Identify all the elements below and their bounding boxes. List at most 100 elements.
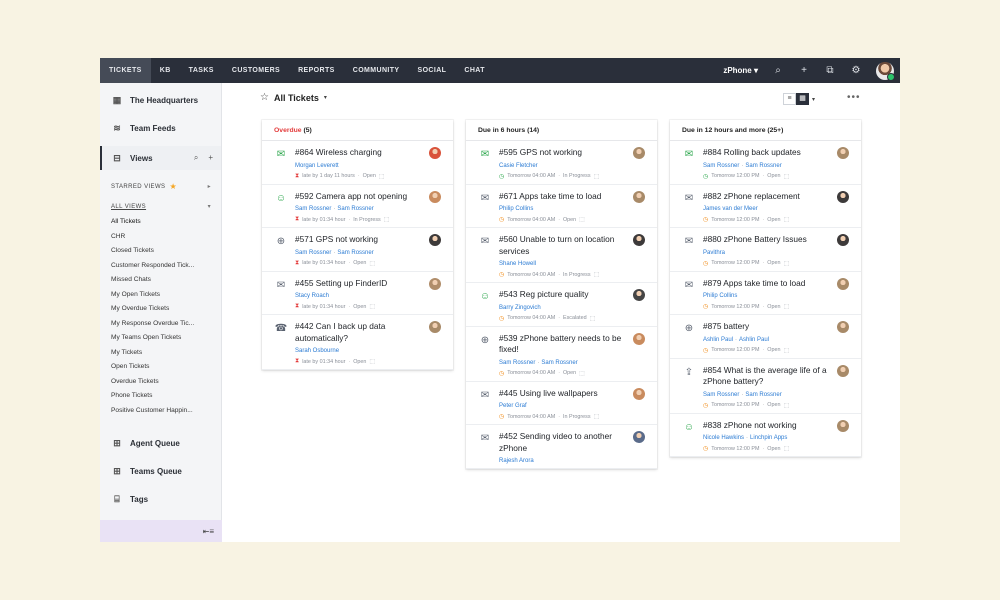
ticket-subject[interactable]: #880 zPhone Battery Issues bbox=[703, 234, 831, 246]
ticket-card[interactable]: ⊕ #571 GPS not working Sam Rossner · Sam Ros… bbox=[262, 228, 453, 272]
assignee-avatar[interactable] bbox=[837, 234, 849, 246]
ticket-subject[interactable]: #442 Can I back up data automatically? bbox=[295, 321, 423, 344]
ticket-card[interactable]: ✉ #880 zPhone Battery Issues Pavithra ◷ Tomo… bbox=[670, 228, 861, 272]
search-icon[interactable]: ⌕ bbox=[194, 153, 198, 163]
status-badge[interactable]: In Progress bbox=[563, 173, 591, 179]
ticket-card[interactable]: ✉ #882 zPhone replacement James van der Me… bbox=[670, 185, 861, 228]
contact-link[interactable]: Sarah Osbourne bbox=[295, 348, 339, 354]
tab-social[interactable]: SOCIAL bbox=[409, 58, 456, 83]
assignee-avatar[interactable] bbox=[429, 147, 441, 159]
status-badge[interactable]: Open bbox=[353, 260, 366, 266]
ticket-subject[interactable]: #882 zPhone replacement bbox=[703, 191, 831, 203]
plus-icon[interactable]: + bbox=[208, 153, 213, 163]
status-badge[interactable]: In Progress bbox=[563, 272, 591, 278]
view-item[interactable]: Closed Tickets bbox=[100, 244, 221, 259]
tab-reports[interactable]: REPORTS bbox=[289, 58, 344, 83]
tab-chat[interactable]: CHAT bbox=[455, 58, 494, 83]
sidebar-item-views[interactable]: ⊟ Views ⌕ + bbox=[100, 146, 221, 170]
contact-link[interactable]: Sam Rossner bbox=[541, 360, 577, 366]
ticket-subject[interactable]: #560 Unable to turn on location services bbox=[499, 234, 627, 257]
ticket-card[interactable]: ✉ #884 Rolling back updates Sam Rossner · Sa… bbox=[670, 141, 861, 185]
collapse-sidebar-button[interactable]: ⇤≡ bbox=[100, 520, 222, 542]
contact-link[interactable]: Ashlin Paul bbox=[739, 337, 769, 343]
status-badge[interactable]: Open bbox=[563, 217, 576, 223]
ticket-card[interactable]: ✉ #595 GPS not working Casie Fletcher ◷ Tomo… bbox=[466, 141, 657, 185]
contact-link[interactable]: Pavithra bbox=[703, 250, 725, 256]
view-item[interactable]: My Response Overdue Tic... bbox=[100, 317, 221, 332]
status-badge[interactable]: Open bbox=[767, 446, 780, 452]
ticket-card[interactable]: ✉ #864 Wireless charging Morgan Leverett ⧗ l… bbox=[262, 141, 453, 185]
contact-link[interactable]: Sam Rossner bbox=[703, 392, 739, 398]
ticket-card[interactable]: ⇪ #854 What is the average life of a zPho… bbox=[670, 359, 861, 414]
contact-link[interactable]: Ashlin Paul bbox=[703, 337, 733, 343]
ticket-card[interactable]: ☎ #442 Can I back up data automatically? S… bbox=[262, 315, 453, 370]
assignee-avatar[interactable] bbox=[429, 190, 441, 203]
ticket-card[interactable]: ✉ #560 Unable to turn on location service… bbox=[466, 228, 657, 283]
status-badge[interactable]: Open bbox=[363, 173, 376, 179]
assignee-avatar[interactable] bbox=[837, 321, 849, 333]
plus-icon[interactable]: + bbox=[798, 58, 810, 83]
assignee-avatar[interactable] bbox=[633, 431, 645, 443]
view-item[interactable]: Missed Chats bbox=[100, 273, 221, 288]
assignee-avatar[interactable] bbox=[633, 147, 645, 159]
assignee-avatar[interactable] bbox=[429, 277, 441, 290]
sidebar-item-teams-queue[interactable]: ⊞ Teams Queue bbox=[100, 457, 222, 485]
ticket-card[interactable]: ☺ #592 Camera app not opening Sam Rossner ·… bbox=[262, 185, 453, 228]
status-badge[interactable]: Open bbox=[353, 359, 366, 365]
assignee-avatar[interactable] bbox=[633, 190, 645, 203]
status-badge[interactable]: Escalated bbox=[563, 315, 587, 321]
ticket-subject[interactable]: #864 Wireless charging bbox=[295, 147, 423, 159]
contact-link[interactable]: Sam Rossner bbox=[745, 392, 781, 398]
ticket-card[interactable]: ☺ #543 Reg picture quality Barry Zingovich… bbox=[466, 283, 657, 327]
contact-link[interactable]: Nicole Hawkins bbox=[703, 435, 744, 441]
view-item[interactable]: My Teams Open Tickets bbox=[100, 331, 221, 346]
star-outline-icon[interactable]: ☆ bbox=[260, 92, 269, 103]
sidebar-item-headquarters[interactable]: ▦ The Headquarters bbox=[100, 86, 221, 114]
contact-link[interactable]: Shane Howell bbox=[499, 261, 536, 267]
status-badge[interactable]: Open bbox=[767, 347, 780, 353]
ticket-subject[interactable]: #452 Sending video to another zPhone bbox=[499, 431, 627, 454]
contact-link[interactable]: Sam Rossner bbox=[337, 250, 373, 256]
contact-link[interactable]: Casie Fletcher bbox=[499, 163, 538, 169]
contact-link[interactable]: Rajesh Arora bbox=[499, 458, 534, 464]
contact-link[interactable]: Barry Zingovich bbox=[499, 305, 541, 311]
status-badge[interactable]: Open bbox=[767, 217, 780, 223]
assignee-avatar[interactable] bbox=[837, 364, 849, 377]
list-view-button[interactable]: ≡ bbox=[783, 93, 796, 105]
gear-icon[interactable]: ⚙ bbox=[850, 58, 862, 83]
sidebar-item-tags[interactable]: ⌸ Tags bbox=[100, 485, 222, 513]
more-options-icon[interactable]: ••• bbox=[847, 92, 861, 103]
contact-link[interactable]: Peter Graf bbox=[499, 403, 527, 409]
tab-tasks[interactable]: TASKS bbox=[180, 58, 223, 83]
view-item[interactable]: Positive Customer Happin... bbox=[100, 404, 221, 419]
ticket-card[interactable]: ☺ #838 zPhone not working Nicole Hawkins · L… bbox=[670, 414, 861, 457]
status-badge[interactable]: In Progress bbox=[563, 414, 591, 420]
ticket-subject[interactable]: #445 Using live wallpapers bbox=[499, 388, 627, 400]
ticket-card[interactable]: ✉ #445 Using live wallpapers Peter Graf ◷ To… bbox=[466, 382, 657, 425]
view-item[interactable]: Overdue Tickets bbox=[100, 375, 221, 390]
status-badge[interactable]: Open bbox=[767, 173, 780, 179]
ticket-card[interactable]: ✉ #879 Apps take time to load Philip Colli… bbox=[670, 272, 861, 315]
contact-link[interactable]: Linchpin Apps bbox=[750, 435, 787, 441]
view-item[interactable]: Open Tickets bbox=[100, 360, 221, 375]
view-item[interactable]: Customer Responded Tick... bbox=[100, 259, 221, 274]
assignee-avatar[interactable] bbox=[633, 234, 645, 246]
assignee-avatar[interactable] bbox=[837, 419, 849, 432]
assignee-avatar[interactable] bbox=[837, 190, 849, 203]
ticket-subject[interactable]: #838 zPhone not working bbox=[703, 420, 831, 432]
ticket-subject[interactable]: #592 Camera app not opening bbox=[295, 191, 423, 203]
tab-tickets[interactable]: TICKETS bbox=[100, 58, 151, 83]
ticket-card[interactable]: ⊕ #875 battery Ashlin Paul · Ashlin Paul ◷ Tom… bbox=[670, 315, 861, 359]
external-link-icon[interactable]: ⧉ bbox=[824, 58, 836, 83]
tab-customers[interactable]: CUSTOMERS bbox=[223, 58, 289, 83]
contact-link[interactable]: Sam Rossner bbox=[703, 163, 739, 169]
ticket-subject[interactable]: #571 GPS not working bbox=[295, 234, 423, 246]
board-view-button[interactable]: ▦ bbox=[796, 93, 809, 105]
all-views-header[interactable]: ALL VIEWS ▾ bbox=[100, 198, 221, 215]
assignee-avatar[interactable] bbox=[633, 387, 645, 400]
contact-link[interactable]: Philip Collins bbox=[499, 206, 533, 212]
chevron-down-icon[interactable]: ▾ bbox=[812, 96, 815, 103]
assignee-avatar[interactable] bbox=[429, 321, 441, 333]
assignee-avatar[interactable] bbox=[429, 234, 441, 246]
tab-kb[interactable]: KB bbox=[151, 58, 180, 83]
